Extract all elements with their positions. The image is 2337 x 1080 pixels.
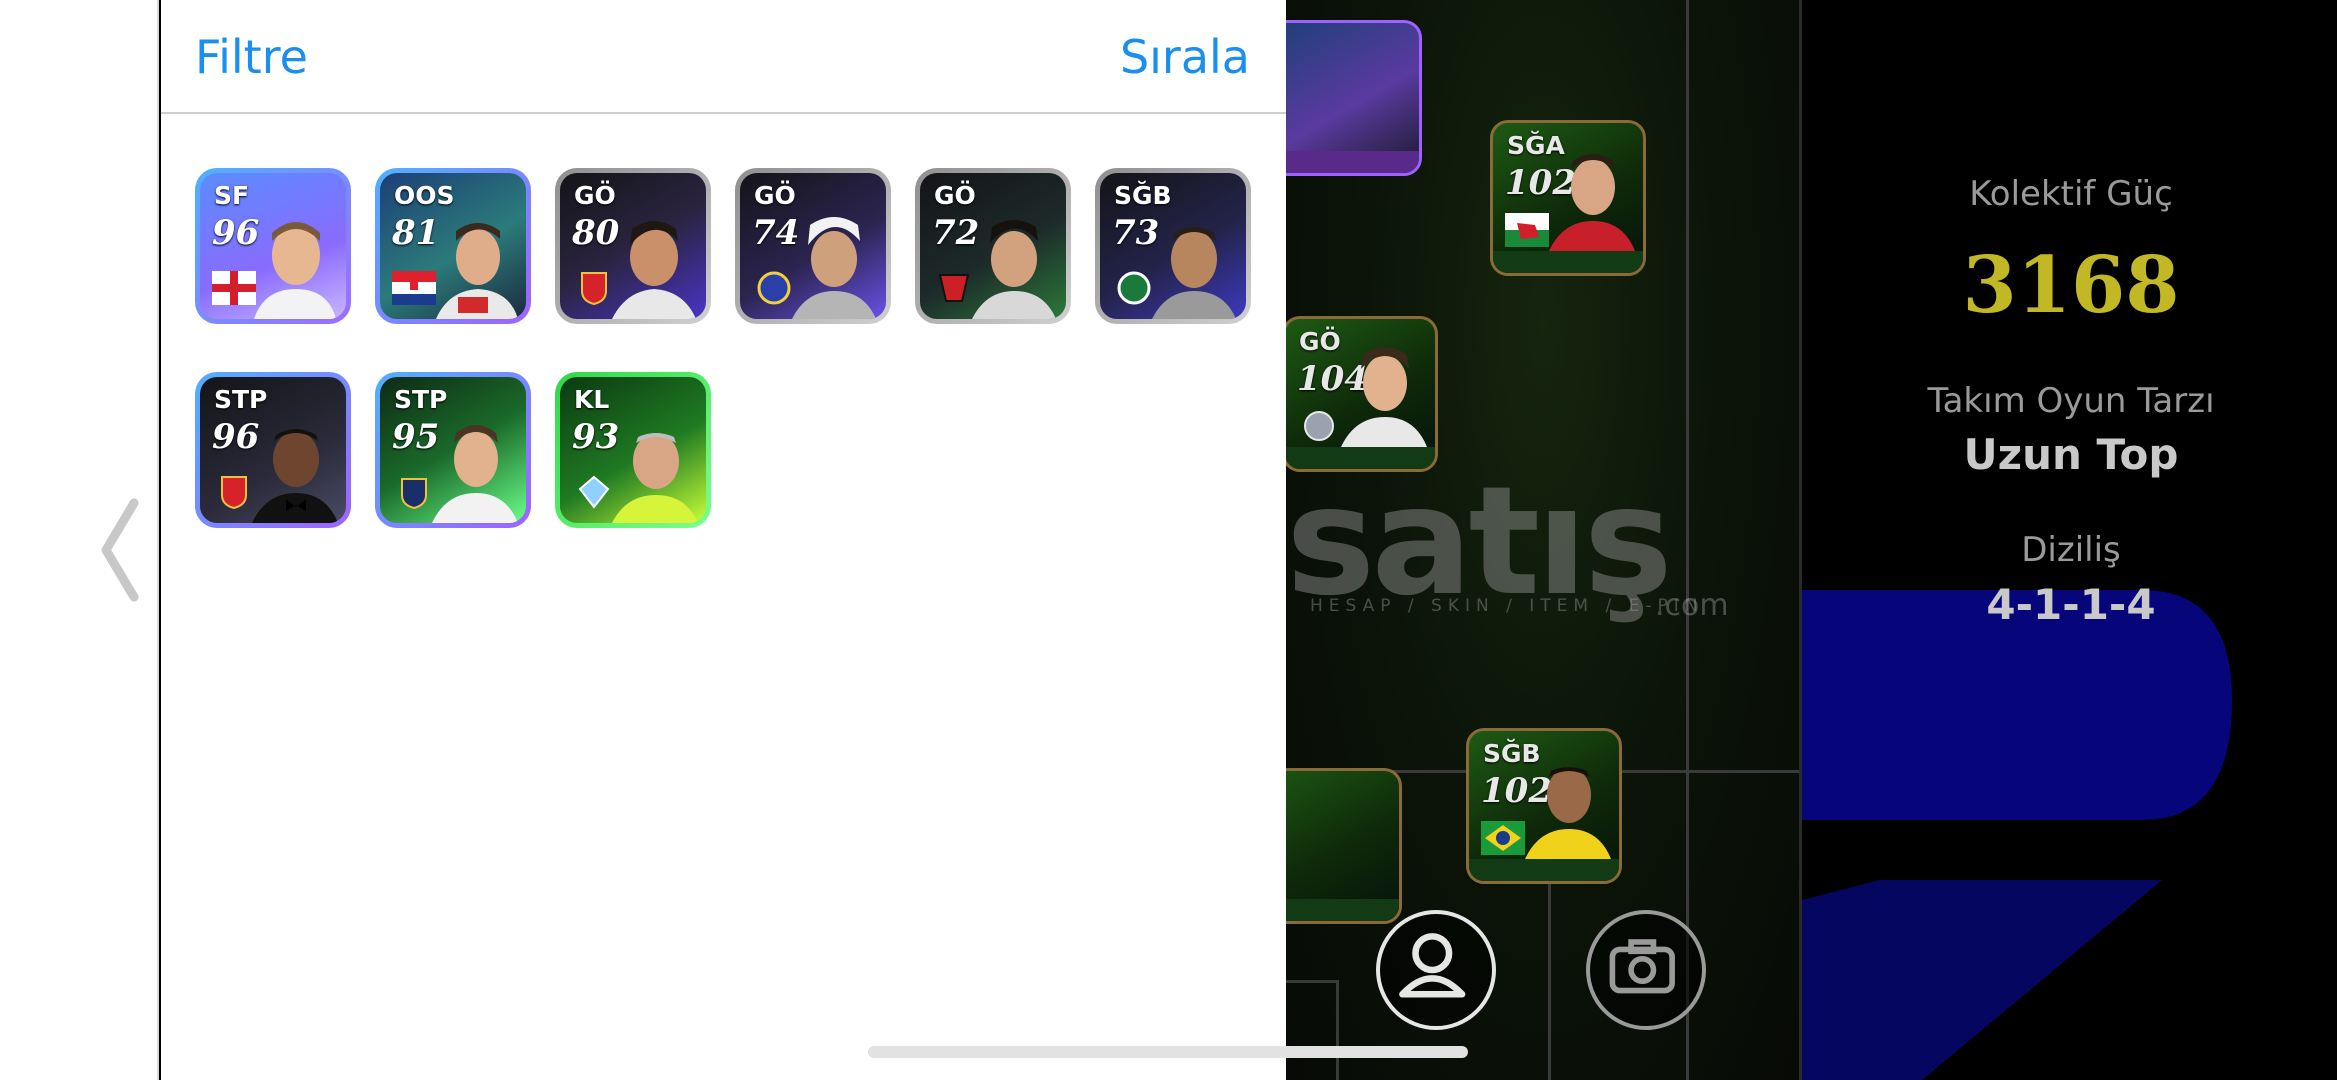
player-portrait-icon bbox=[252, 429, 338, 523]
camera-button[interactable] bbox=[1586, 910, 1706, 1030]
card-position: SĞB bbox=[1114, 181, 1172, 210]
card-position: STP bbox=[214, 385, 268, 414]
player-card[interactable]: KL 93 bbox=[555, 372, 711, 528]
card-footer bbox=[1493, 251, 1643, 273]
card-footer bbox=[1286, 151, 1419, 173]
player-portrait-icon bbox=[1549, 154, 1635, 251]
player-card[interactable]: OOS 81 bbox=[375, 168, 531, 324]
profile-button[interactable] bbox=[1376, 910, 1496, 1030]
person-icon bbox=[1399, 933, 1466, 998]
lineup-card[interactable]: GÖ 104 bbox=[1286, 316, 1438, 472]
player-portrait-icon bbox=[1341, 347, 1427, 447]
player-portrait-icon bbox=[436, 223, 518, 319]
player-card[interactable]: SĞB 73 bbox=[1095, 168, 1251, 324]
team-info-panel: Kolektif Güç 3168 Takım Oyun Tarzı Uzun … bbox=[1799, 0, 2337, 1080]
chevron-left-icon[interactable] bbox=[96, 495, 146, 605]
card-position: STP bbox=[394, 385, 448, 414]
camera-icon bbox=[1609, 939, 1675, 994]
player-card[interactable]: STP 96 bbox=[195, 372, 351, 528]
card-position: GÖ bbox=[934, 181, 976, 210]
card-position: GÖ bbox=[574, 181, 616, 210]
panel-header: Filtre Sırala bbox=[161, 0, 1286, 114]
player-portrait-icon bbox=[792, 217, 876, 319]
watermark-tagline: HESAP / SKIN / ITEM / E-PIN bbox=[1310, 596, 1704, 616]
filter-button[interactable]: Filtre bbox=[195, 30, 308, 84]
brazil-flag-icon bbox=[1481, 821, 1525, 855]
sort-button[interactable]: Sırala bbox=[1120, 30, 1250, 84]
watermark-domain: .com bbox=[1655, 588, 1729, 623]
left-margin bbox=[0, 0, 159, 1080]
player-card[interactable]: SF 96 bbox=[195, 168, 351, 324]
pitch-line bbox=[1286, 980, 1338, 983]
player-portrait-icon bbox=[254, 222, 336, 319]
player-card[interactable]: GÖ 74 bbox=[735, 168, 891, 324]
card-position: OOS bbox=[394, 181, 455, 210]
lineup-card[interactable]: SĞB 102 bbox=[1466, 728, 1622, 884]
player-card[interactable]: STP 95 bbox=[375, 372, 531, 528]
card-position: GÖ bbox=[754, 181, 796, 210]
card-position: KL bbox=[574, 385, 610, 414]
team-style-label: Takım Oyun Tarzı bbox=[1927, 381, 2215, 421]
player-portrait-icon bbox=[972, 220, 1056, 319]
player-select-panel: Filtre Sırala SF 96 OOS 81 GÖ 80 GÖ 74 G… bbox=[161, 0, 1286, 1080]
lineup-card-partial[interactable] bbox=[1286, 768, 1402, 924]
team-style-value[interactable]: Uzun Top bbox=[1802, 430, 2337, 479]
collective-power-value: 3168 bbox=[1962, 240, 2180, 331]
pitch-line bbox=[1336, 980, 1339, 1080]
player-portrait-icon bbox=[1152, 227, 1236, 319]
card-position: SF bbox=[214, 181, 250, 210]
collective-power-label: Kolektif Güç bbox=[1969, 174, 2173, 214]
home-indicator[interactable] bbox=[868, 1046, 1468, 1058]
wales-flag-icon bbox=[1505, 213, 1549, 247]
player-card[interactable]: GÖ 72 bbox=[915, 168, 1071, 324]
lineup-card-partial[interactable] bbox=[1286, 20, 1422, 176]
player-portrait-icon bbox=[612, 433, 698, 523]
card-position: GÖ bbox=[1299, 327, 1341, 356]
player-card[interactable]: GÖ 80 bbox=[555, 168, 711, 324]
club-crest-icon bbox=[1304, 411, 1334, 441]
player-portrait-icon bbox=[1525, 767, 1611, 859]
card-footer bbox=[1469, 859, 1619, 881]
formation-value[interactable]: 4-1-1-4 bbox=[1802, 580, 2337, 629]
formation-label: Diziliş bbox=[2021, 530, 2121, 570]
player-portrait-icon bbox=[432, 425, 518, 523]
player-portrait-icon bbox=[612, 221, 696, 319]
lineup-card[interactable]: SĞA 102 bbox=[1490, 120, 1646, 276]
